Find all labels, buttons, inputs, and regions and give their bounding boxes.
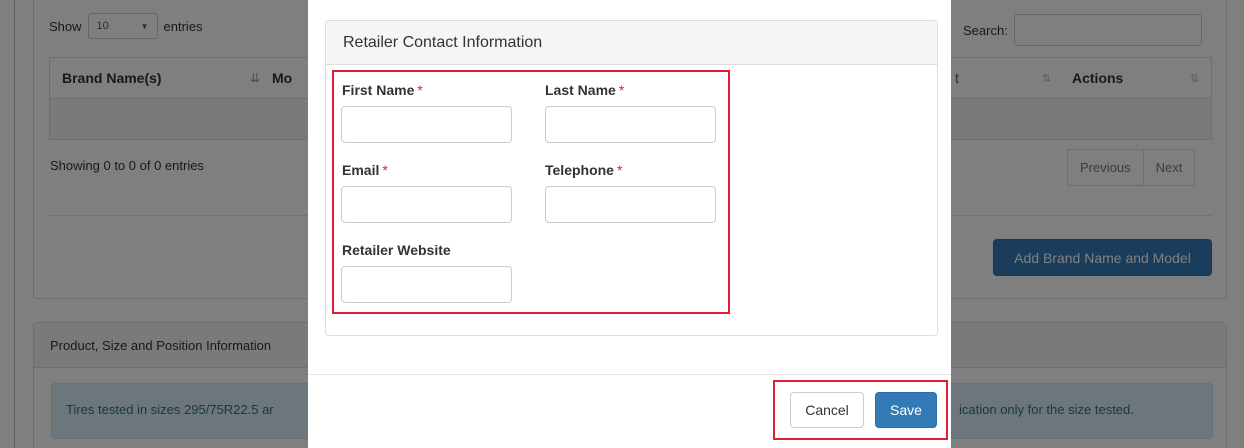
email-label-text: Email — [342, 162, 380, 178]
retailer-website-input[interactable] — [341, 266, 512, 303]
retailer-website-label-text: Retailer Website — [342, 242, 451, 258]
retailer-website-label: Retailer Website — [342, 242, 451, 258]
first-name-label-text: First Name — [342, 82, 415, 98]
required-asterisk: * — [618, 82, 625, 98]
telephone-label: Telephone * — [545, 162, 622, 178]
email-label: Email * — [342, 162, 388, 178]
email-input[interactable] — [341, 186, 512, 223]
required-asterisk: * — [382, 162, 388, 178]
cancel-button[interactable]: Cancel — [790, 392, 864, 428]
last-name-label-text: Last Name — [545, 82, 616, 98]
last-name-label: Last Name * — [545, 82, 624, 98]
retailer-contact-panel-title: Retailer Contact Information — [326, 21, 937, 65]
telephone-label-text: Telephone — [545, 162, 614, 178]
save-button[interactable]: Save — [875, 392, 937, 428]
first-name-label: First Name * — [342, 82, 423, 98]
telephone-input[interactable] — [545, 186, 716, 223]
modal-footer-divider — [308, 374, 951, 375]
required-asterisk: * — [616, 162, 623, 178]
last-name-input[interactable] — [545, 106, 716, 143]
first-name-input[interactable] — [341, 106, 512, 143]
required-asterisk: * — [417, 82, 423, 98]
